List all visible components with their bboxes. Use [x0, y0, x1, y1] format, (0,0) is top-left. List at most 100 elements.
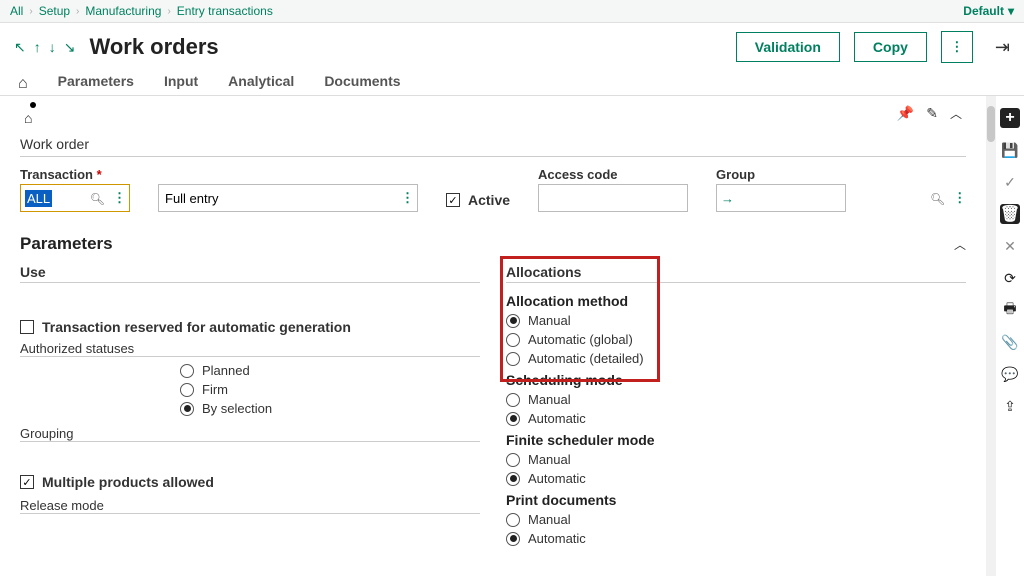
transaction-input-wrap[interactable]: ALL ⋮ [20, 184, 130, 212]
add-icon[interactable]: + [1000, 108, 1020, 128]
pin-icon[interactable]: 📌 [897, 105, 914, 122]
validation-button[interactable]: Validation [736, 32, 840, 62]
radio-label: Manual [528, 392, 571, 407]
radio-label: Automatic [528, 471, 586, 486]
access-code-input-wrap[interactable]: ⋮ [538, 184, 688, 212]
work-order-header: Work order [20, 136, 966, 152]
print-icon[interactable]: 🖶 [1000, 300, 1020, 320]
scheduling-mode-options: Manual Automatic [506, 392, 966, 426]
more-actions-button[interactable]: ⋮ [941, 31, 973, 63]
radio-finite-manual[interactable]: Manual [506, 452, 966, 467]
home-icon[interactable] [18, 75, 28, 93]
authorized-statuses-header: Authorized statuses [20, 341, 480, 356]
description-input-wrap[interactable]: ⋮ [158, 184, 418, 212]
close-icon[interactable]: ✕ [1000, 236, 1020, 256]
panel-home-icon[interactable] [24, 110, 32, 126]
breadcrumb-all[interactable]: All [10, 4, 23, 18]
transaction-value: ALL [25, 190, 52, 207]
radio-label: By selection [202, 401, 272, 416]
use-column: Use Transaction reserved for automatic g… [20, 264, 500, 552]
collapse-icon[interactable]: ︿ [950, 105, 962, 122]
main-wrap: 📌 ✎ ︿ Work order Transaction * ALL ⋮ [0, 96, 1024, 576]
more-icon[interactable]: ⋮ [109, 190, 129, 206]
search-icon[interactable] [926, 191, 949, 206]
divider [20, 156, 966, 157]
default-dropdown[interactable]: Default ▾ [963, 4, 1014, 18]
radio-by-selection[interactable]: By selection [180, 401, 480, 416]
check-icon[interactable]: ✓ [1000, 172, 1020, 192]
parameters-body: Use Transaction reserved for automatic g… [20, 264, 966, 552]
delete-icon[interactable]: 🗑 [1000, 204, 1020, 224]
more-icon[interactable]: ⋮ [397, 190, 417, 206]
radio-automatic-global[interactable]: Automatic (global) [506, 332, 966, 347]
radio-print-automatic[interactable]: Automatic [506, 531, 966, 546]
scrollbar[interactable] [986, 96, 996, 576]
authorized-statuses-options: Planned Firm By selection [180, 363, 480, 416]
radio-print-manual[interactable]: Manual [506, 512, 966, 527]
radio-firm[interactable]: Firm [180, 382, 480, 397]
tab-documents[interactable]: Documents [324, 73, 400, 95]
comment-icon[interactable]: 💬 [1000, 364, 1020, 384]
radio-label: Automatic (detailed) [528, 351, 644, 366]
reserved-checkbox[interactable] [20, 320, 34, 334]
collapse-icon[interactable]: ︿ [954, 236, 966, 253]
allocations-header: Allocations [506, 264, 966, 280]
divider [506, 282, 966, 283]
radio-label: Automatic (global) [528, 332, 633, 347]
group-input[interactable] [738, 185, 926, 211]
edit-icon[interactable]: ✎ [926, 105, 938, 122]
more-icon[interactable]: ⋮ [949, 190, 969, 206]
multiple-products-checkbox[interactable] [20, 475, 34, 489]
breadcrumb-setup[interactable]: Setup [39, 4, 70, 18]
allocation-method-title: Allocation method [506, 293, 966, 309]
multiple-products-row: Multiple products allowed [20, 474, 480, 490]
arrow-right-icon[interactable] [717, 191, 738, 206]
radio-scheduling-manual[interactable]: Manual [506, 392, 966, 407]
arrow-down-right-icon[interactable]: ↘ [64, 39, 76, 56]
group-label: Group [716, 167, 846, 182]
search-icon[interactable] [86, 191, 109, 206]
access-code-input[interactable] [539, 185, 727, 211]
required-asterisk: * [97, 167, 102, 182]
parameters-header: Parameters ︿ [20, 234, 966, 254]
access-code-field: Access code ⋮ [538, 167, 688, 212]
arrow-up-left-icon[interactable]: ↖ [14, 39, 26, 56]
radio-label: Automatic [528, 411, 586, 426]
tabs: Parameters Input Analytical Documents [0, 67, 1024, 96]
breadcrumb-entry-transactions[interactable]: Entry transactions [177, 4, 273, 18]
copy-button[interactable]: Copy [854, 32, 927, 62]
active-checkbox-row: Active [446, 192, 510, 208]
active-checkbox[interactable] [446, 193, 460, 207]
arrow-down-icon[interactable]: ↓ [49, 39, 56, 56]
exit-icon[interactable]: ⇥ [995, 37, 1010, 58]
chevron-right-icon: › [76, 6, 79, 17]
radio-scheduling-automatic[interactable]: Automatic [506, 411, 966, 426]
scrollbar-thumb[interactable] [987, 106, 995, 142]
group-input-wrap[interactable]: ⋮ [716, 184, 846, 212]
default-label: Default [963, 4, 1004, 18]
tab-input[interactable]: Input [164, 73, 198, 95]
radio-finite-automatic[interactable]: Automatic [506, 471, 966, 486]
radio-planned[interactable]: Planned [180, 363, 480, 378]
print-documents-title: Print documents [506, 492, 966, 508]
finite-scheduler-options: Manual Automatic [506, 452, 966, 486]
attach-icon[interactable]: 📎 [1000, 332, 1020, 352]
page-title: Work orders [89, 34, 721, 60]
description-input[interactable] [159, 185, 397, 211]
multiple-products-label: Multiple products allowed [42, 474, 214, 490]
reserved-checkbox-row: Transaction reserved for automatic gener… [20, 319, 480, 335]
save-icon[interactable]: 💾 [1000, 140, 1020, 160]
breadcrumb-manufacturing[interactable]: Manufacturing [85, 4, 161, 18]
radio-label: Planned [202, 363, 250, 378]
panel-tools: 📌 ✎ ︿ [20, 100, 966, 126]
share-icon[interactable]: ⇪ [1000, 396, 1020, 416]
nav-arrows: ↖ ↑ ↓ ↘ [14, 39, 75, 56]
content: 📌 ✎ ︿ Work order Transaction * ALL ⋮ [0, 96, 986, 576]
radio-automatic-detailed[interactable]: Automatic (detailed) [506, 351, 966, 366]
refresh-icon[interactable]: ⟳ [1000, 268, 1020, 288]
tab-analytical[interactable]: Analytical [228, 73, 294, 95]
arrow-up-icon[interactable]: ↑ [34, 39, 41, 56]
radio-manual[interactable]: Manual [506, 313, 966, 328]
divider [20, 282, 480, 283]
tab-parameters[interactable]: Parameters [58, 73, 134, 95]
